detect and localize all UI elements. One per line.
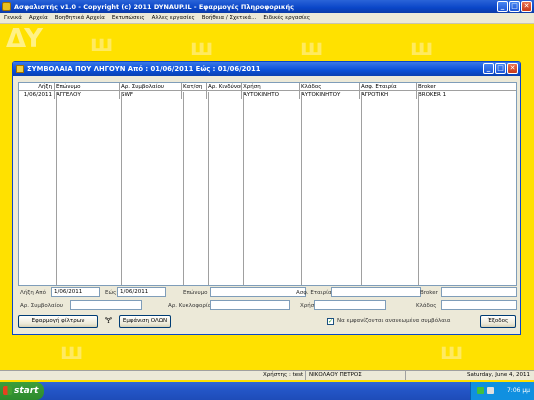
column-divider — [208, 92, 209, 285]
show-renewed-checkbox[interactable]: ✓ — [327, 318, 334, 325]
background-logo-icon: ΔΥ — [6, 24, 43, 54]
cell-broker: BROKER 1 — [418, 92, 447, 98]
minimize-icon[interactable]: _ — [497, 1, 508, 12]
cell-policy: SWF — [120, 91, 182, 99]
expiring-policies-window: ΣΥΜΒΟΛΑΙΑ ΠΟΥ ΛΗΓΟΥΝ Από : 01/06/2011 Εώ… — [12, 61, 521, 335]
tray-network-icon[interactable] — [477, 387, 484, 394]
window-minimize-icon[interactable]: _ — [483, 63, 494, 74]
filter-funnel-icon[interactable]: 🝖 — [103, 315, 114, 328]
cell-use: ΑΥΤΟΚΙΝΗΤΟ — [242, 91, 300, 99]
maximize-icon[interactable]: □ — [509, 1, 520, 12]
registration-field[interactable] — [210, 300, 290, 310]
col-header-company[interactable]: Ασφ. Εταιρία — [360, 83, 417, 90]
show-all-button[interactable]: Εμφάνιση ΟΛΩΝ — [119, 315, 171, 328]
from-label: Λήξη Από — [20, 290, 46, 296]
menu-files[interactable]: Αρχεία — [29, 15, 48, 21]
column-divider — [243, 92, 244, 285]
column-divider — [56, 92, 57, 285]
background-pattern-icon: ꟺ — [90, 32, 114, 57]
status-bar: Χρήστης : test ΝΙΚΟΛΑΟΥ ΠΕΤΡΟΣ Saturday,… — [0, 370, 534, 380]
surname-field[interactable] — [210, 287, 306, 297]
column-divider — [361, 92, 362, 285]
system-tray: 7:06 μμ — [470, 382, 534, 400]
taskbar: start 7:06 μμ — [0, 382, 534, 400]
menu-special[interactable]: Ειδικές εργασίες — [263, 15, 310, 21]
cell-branch: ΑΥΤΟΚΙΝΗΤΟΥ — [300, 91, 360, 99]
window-icon — [16, 65, 24, 73]
grid-header: Λήξη Επώνυμο Αρ. Συμβολαίου Κατ/ση Αρ. Κ… — [19, 83, 516, 91]
window-close-icon[interactable]: ✕ — [507, 63, 518, 74]
start-label: start — [14, 386, 39, 396]
menu-general[interactable]: Γενικά — [4, 15, 22, 21]
use-field[interactable] — [314, 300, 386, 310]
table-row[interactable]: 1/06/2011 ΑΓΓΕΛΟΥ SWF ΑΥΤΟΚΙΝΗΤΟ ΑΥΤΟΚΙΝ… — [19, 91, 516, 99]
company-label: Ασφ. Εταιρία — [296, 290, 332, 296]
branch-field[interactable] — [441, 300, 517, 310]
start-button[interactable]: start — [0, 382, 44, 400]
menu-help[interactable]: Βοήθεια / Σχετικά... — [202, 15, 257, 21]
window-titlebar: ΣΥΜΒΟΛΑΙΑ ΠΟΥ ΛΗΓΟΥΝ Από : 01/06/2011 Εώ… — [13, 62, 520, 76]
surname-label: Επώνυμο — [183, 290, 208, 296]
background-pattern-icon: ꟺ — [190, 36, 214, 61]
status-date: Saturday, June 4, 2011 — [466, 372, 530, 378]
to-date-field[interactable]: 1/06/2011 — [117, 287, 166, 297]
menu-bar: Γενικά Αρχεία Βοηθητικά Αρχεία Εκτυπώσει… — [0, 13, 534, 24]
to-label: Εώς — [105, 290, 117, 296]
col-header-branch[interactable]: Κλάδος — [300, 83, 360, 90]
status-name: ΝΙΚΟΛΑΟΥ ΠΕΤΡΟΣ — [306, 371, 406, 380]
branch-label: Κλάδος — [416, 303, 437, 309]
background-pattern-icon: ꟺ — [440, 340, 464, 365]
window-title: ΣΥΜΒΟΛΑΙΑ ΠΟΥ ΛΗΓΟΥΝ Από : 01/06/2011 Εώ… — [27, 65, 261, 73]
status-user: Χρήστης : test — [260, 371, 306, 380]
menu-aux-files[interactable]: Βοηθητικά Αρχεία — [55, 15, 105, 21]
apply-filters-button[interactable]: Εφαρμογή φίλτρων — [18, 315, 98, 328]
cell-status — [182, 91, 207, 99]
col-header-expiry[interactable]: Λήξη — [19, 83, 55, 90]
close-icon[interactable]: ✕ — [521, 1, 532, 12]
col-header-risk[interactable]: Αρ. Κινδύνου — [207, 83, 242, 90]
cell-risk — [207, 91, 242, 99]
cell-expiry: 1/06/2011 — [19, 91, 55, 99]
col-header-surname[interactable]: Επώνυμο — [55, 83, 120, 90]
column-divider — [183, 92, 184, 285]
exit-button[interactable]: Έξοδος — [480, 315, 516, 328]
company-field[interactable] — [331, 287, 421, 297]
background-pattern-icon: ꟺ — [410, 36, 434, 61]
windows-flag-icon — [3, 386, 12, 395]
app-icon — [2, 2, 11, 11]
background-pattern-icon: ꟺ — [300, 36, 324, 61]
registration-label: Αρ. Κυκλοφορίας — [168, 303, 215, 309]
col-header-status[interactable]: Κατ/ση — [182, 83, 207, 90]
window-maximize-icon[interactable]: □ — [495, 63, 506, 74]
broker-label: Broker — [420, 290, 438, 296]
policy-label: Αρ. Συμβολαίου — [20, 303, 64, 309]
background-pattern-icon: ꟺ — [60, 340, 84, 365]
column-divider — [121, 92, 122, 285]
tray-volume-icon[interactable] — [487, 387, 494, 394]
app-titlebar: Ασφαλιστής v1.0 - Copyright (c) 2011 DYN… — [0, 0, 534, 13]
broker-field[interactable] — [441, 287, 517, 297]
menu-other[interactable]: Αλλες εργασίες — [152, 15, 195, 21]
status-spacer — [0, 371, 260, 380]
from-date-field[interactable]: 1/06/2011 — [51, 287, 100, 297]
policy-field[interactable] — [70, 300, 142, 310]
show-renewed-label: Να εμφανίζονται ανανεωμένα συμβόλαια — [337, 318, 451, 324]
column-divider — [418, 92, 419, 285]
cell-surname: ΑΓΓΕΛΟΥ — [55, 91, 120, 99]
clock[interactable]: 7:06 μμ — [507, 387, 530, 394]
app-title: Ασφαλιστής v1.0 - Copyright (c) 2011 DYN… — [14, 2, 295, 11]
cell-company: ΑΓΡΟΤΙΚΗ — [360, 91, 417, 99]
col-header-use[interactable]: Χρήση — [242, 83, 300, 90]
menu-prints[interactable]: Εκτυπώσεις — [112, 15, 145, 21]
col-header-broker[interactable]: Broker — [417, 83, 516, 90]
col-header-policy[interactable]: Αρ. Συμβολαίου — [120, 83, 182, 90]
column-divider — [301, 92, 302, 285]
policies-grid[interactable]: Λήξη Επώνυμο Αρ. Συμβολαίου Κατ/ση Αρ. Κ… — [18, 82, 517, 286]
